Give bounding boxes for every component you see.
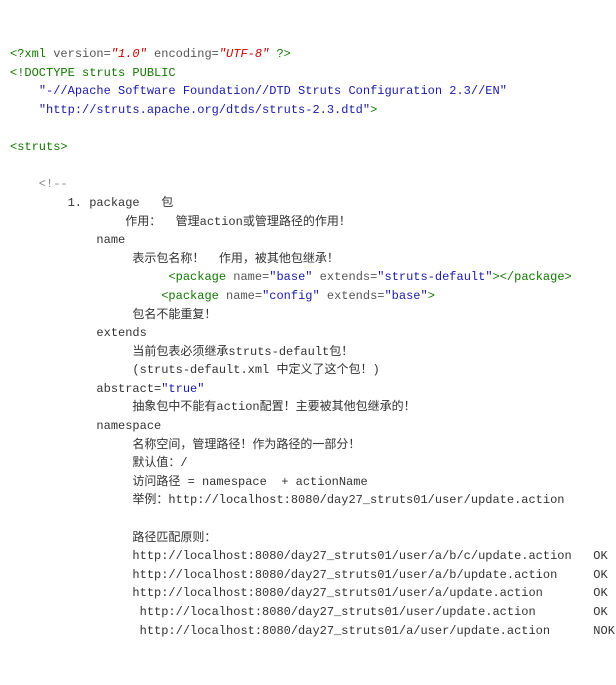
comment-line: 访问路径 = namespace + actionName	[10, 475, 368, 489]
xml-decl-open: <?xml	[10, 47, 53, 61]
comment-line: <package name="base" extends="struts-def…	[10, 270, 572, 284]
comment-line: (struts-default.xml 中定义了这个包！)	[10, 363, 380, 377]
comment-line: 举例：http://localhost:8080/day27_struts01/…	[10, 493, 565, 507]
code-line: "http://struts.apache.org/dtds/struts-2.…	[10, 103, 377, 117]
comment-open: <!--	[10, 177, 68, 191]
comment-line: name	[10, 233, 125, 247]
comment-line: 当前包表必须继承struts-default包！	[10, 345, 353, 359]
comment-line: 抽象包中不能有action配置！主要被其他包继承的！	[10, 400, 416, 414]
code-line: <?xml version="1.0" encoding="UTF-8" ?>	[10, 47, 291, 61]
xml-version-attr: version=	[53, 47, 111, 61]
xml-encoding-val: "UTF-8"	[219, 47, 269, 61]
comment-line: 包名不能重复！	[10, 308, 216, 322]
comment-line: http://localhost:8080/day27_struts01/use…	[10, 586, 608, 600]
code-line: <!DOCTYPE struts PUBLIC	[10, 66, 176, 80]
comment-line: extends	[10, 326, 147, 340]
comment-line: abstract="true"	[10, 382, 204, 396]
doctype-open: <!DOCTYPE struts PUBLIC	[10, 66, 176, 80]
comment-line: 路径匹配原则：	[10, 531, 216, 545]
doctype-system-id: "http://struts.apache.org/dtds/struts-2.…	[39, 103, 370, 117]
xml-version-val: "1.0"	[111, 47, 147, 61]
struts-open-tag: <struts>	[10, 140, 68, 154]
comment-line: 名称空间，管理路径！作为路径的一部分！	[10, 438, 360, 452]
xml-encoding-attr: encoding=	[147, 47, 219, 61]
comment-line: 作用： 管理action或管理路径的作用！	[10, 215, 351, 229]
comment-line: <package name="config" extends="base">	[10, 289, 435, 303]
comment-line: 表示包名称！ 作用，被其他包继承！	[10, 252, 339, 266]
comment-line: http://localhost:8080/day27_struts01/use…	[10, 568, 608, 582]
xml-decl-close: ?>	[269, 47, 291, 61]
comment-line: http://localhost:8080/day27_struts01/a/u…	[10, 624, 615, 638]
code-line: <!--	[10, 177, 68, 191]
code-line: "-//Apache Software Foundation//DTD Stru…	[10, 84, 507, 98]
comment-line: 1. package 包	[10, 196, 173, 210]
doctype-public-id: "-//Apache Software Foundation//DTD Stru…	[39, 84, 507, 98]
code-line: <struts>	[10, 140, 68, 154]
comment-line: http://localhost:8080/day27_struts01/use…	[10, 549, 608, 563]
comment-line: 默认值：/	[10, 456, 188, 470]
comment-line: namespace	[10, 419, 161, 433]
comment-line: http://localhost:8080/day27_struts01/use…	[10, 605, 608, 619]
